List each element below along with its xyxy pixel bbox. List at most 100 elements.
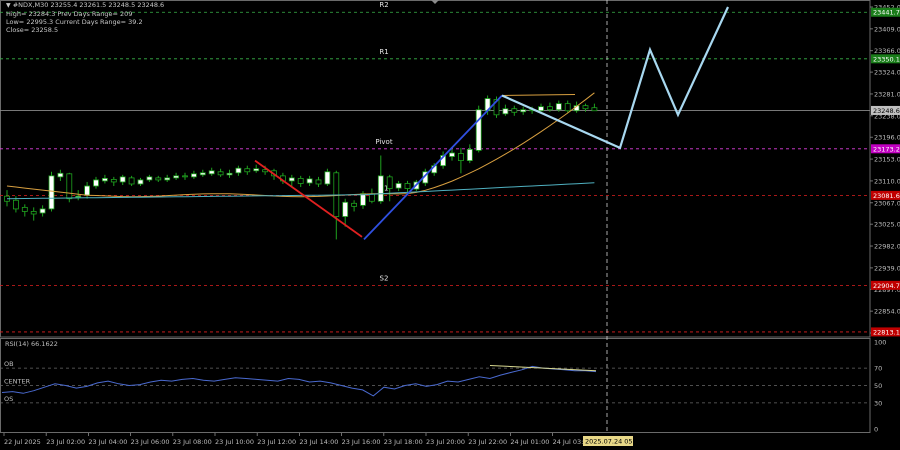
bull-candle: [360, 193, 366, 206]
time-axis-label: 22 Jul 2025: [4, 438, 41, 446]
time-axis-label: 23 Jul 08:00: [173, 438, 212, 446]
bull-candle: [199, 172, 206, 176]
bull-candle: [288, 177, 295, 182]
bull-candle: [253, 168, 260, 172]
bull-candle: [226, 172, 233, 176]
bear-candle: [368, 193, 375, 202]
bull-candle: [119, 176, 126, 183]
bull-candle: [39, 208, 46, 214]
s2-level-label: S2: [380, 274, 389, 282]
bull-candle: [190, 173, 197, 178]
bear-candle: [128, 177, 135, 185]
bear-candle: [12, 199, 19, 210]
projection-path: [501, 6, 729, 150]
bull-candle: [520, 109, 527, 113]
r2-level-label: R2: [379, 1, 388, 9]
price-tag-label: 23441.7: [873, 9, 900, 17]
bear-candle: [315, 179, 322, 185]
price-axis-label: 22939.0: [874, 264, 900, 272]
bull-candle: [324, 171, 331, 185]
price-axis-label: 23067.0: [874, 199, 900, 207]
price-axis-label: 22854.0: [874, 308, 900, 316]
rsi-axis-label: 50: [874, 382, 882, 390]
close-info: Close= 23258.5: [6, 26, 59, 34]
bull-candle: [164, 177, 171, 181]
bear-candle: [511, 108, 518, 113]
chart-window[interactable]: R2 R1 Pivot S1 S2 23452.0 23409.0 23366.0 23324.…: [0, 0, 900, 450]
scroll-marker-icon: [431, 0, 439, 4]
bull-candle: [173, 175, 180, 179]
bull-candle: [57, 172, 64, 178]
rsi-title: RSI(14) 66.1622: [5, 340, 58, 348]
price-axis-label: 23366.0: [874, 47, 900, 55]
time-axis-label: 23 Jul 02:00: [46, 438, 85, 446]
bear-candle: [182, 175, 188, 178]
bull-candle: [342, 201, 349, 217]
price-axis-label: 23324.0: [874, 69, 900, 77]
bull-candle: [538, 106, 544, 112]
bearish-trend-line: [254, 159, 363, 238]
time-axis-label: 23 Jul 06:00: [131, 438, 170, 446]
price-tag-label: 23350.1: [873, 55, 900, 63]
price-tag-label: 22813.1: [873, 328, 900, 336]
time-cursor-tag-label: 2025.07.24 05:30: [585, 438, 643, 446]
time-axis-label: 23 Jul 20:00: [426, 438, 465, 446]
price-axis-label: 23153.0: [874, 156, 900, 164]
bear-candle: [351, 202, 358, 207]
time-axis-label: 23 Jul 04:00: [88, 438, 127, 446]
bull-candle: [137, 179, 144, 185]
price-tag-label: 23173.2: [873, 145, 900, 153]
rsi-line: [1, 365, 597, 397]
bear-candle: [66, 173, 73, 200]
price-tag-label: 23081.6: [873, 192, 900, 200]
bull-candle: [146, 176, 153, 181]
bear-candle: [244, 168, 251, 173]
bull-candle: [502, 108, 509, 115]
collapse-triangle-icon[interactable]: ▼: [6, 2, 11, 9]
bull-candle: [475, 109, 482, 151]
bull-candle: [84, 185, 90, 196]
bear-candle: [582, 105, 589, 110]
rsi-axis-label: 30: [874, 399, 882, 407]
bull-candle: [466, 149, 473, 161]
rsi-axis-label: 100: [874, 339, 886, 347]
time-axis-label: 23 Jul 12:00: [257, 438, 296, 446]
bull-candle: [102, 177, 108, 182]
symbol-info: ▼ #NDX,M30 23255.4 23261.5 23248.5 23248…: [6, 1, 164, 10]
time-axis-label: 23 Jul 16:00: [342, 438, 381, 446]
bear-candle: [110, 179, 117, 183]
price-tag-label: 23248.6: [873, 107, 900, 115]
rsi-os-label: OS: [4, 395, 13, 403]
time-axis-label: 24 Jul 01:00: [510, 438, 549, 446]
price-chart[interactable]: R2R1PivotS1S223452.023409.023366.023324.…: [0, 0, 900, 450]
bear-candle: [155, 177, 162, 181]
price-axis-label: 23281.0: [874, 90, 900, 98]
symbol-line: #NDX,M30 23255.4 23261.5 23248.5 23248.6: [12, 1, 165, 9]
bull-candle: [208, 170, 215, 175]
price-axis-label: 22982.0: [874, 243, 900, 251]
bear-candle: [404, 183, 411, 189]
price-axis-label: 23025.0: [874, 221, 900, 229]
bull-candle: [235, 167, 242, 174]
bull-candle: [93, 179, 99, 187]
time-axis-label: 23 Jul 18:00: [384, 438, 423, 446]
bear-candle: [457, 153, 464, 161]
pivot-level-label: Pivot: [375, 138, 392, 146]
bear-candle: [217, 171, 224, 176]
time-axis-label: 23 Jul 22:00: [468, 438, 507, 446]
rsi-ob-label: OB: [4, 360, 14, 368]
bull-candle: [306, 178, 313, 184]
rsi-axis-label: 70: [874, 365, 882, 373]
bear-candle: [30, 211, 37, 215]
bear-candle: [386, 176, 393, 189]
bull-candle: [449, 152, 455, 157]
bull-candle: [377, 175, 384, 202]
bear-candle: [297, 177, 304, 184]
high-info: High= 23284.3 Prev Days Range= 209: [6, 10, 133, 18]
bear-candle: [564, 103, 571, 112]
bull-candle: [75, 195, 82, 198]
bear-candle: [591, 107, 598, 112]
price-axis-label: 23110.0: [874, 177, 900, 185]
bull-candle: [48, 175, 55, 210]
time-axis-label: 23 Jul 14:00: [299, 438, 338, 446]
